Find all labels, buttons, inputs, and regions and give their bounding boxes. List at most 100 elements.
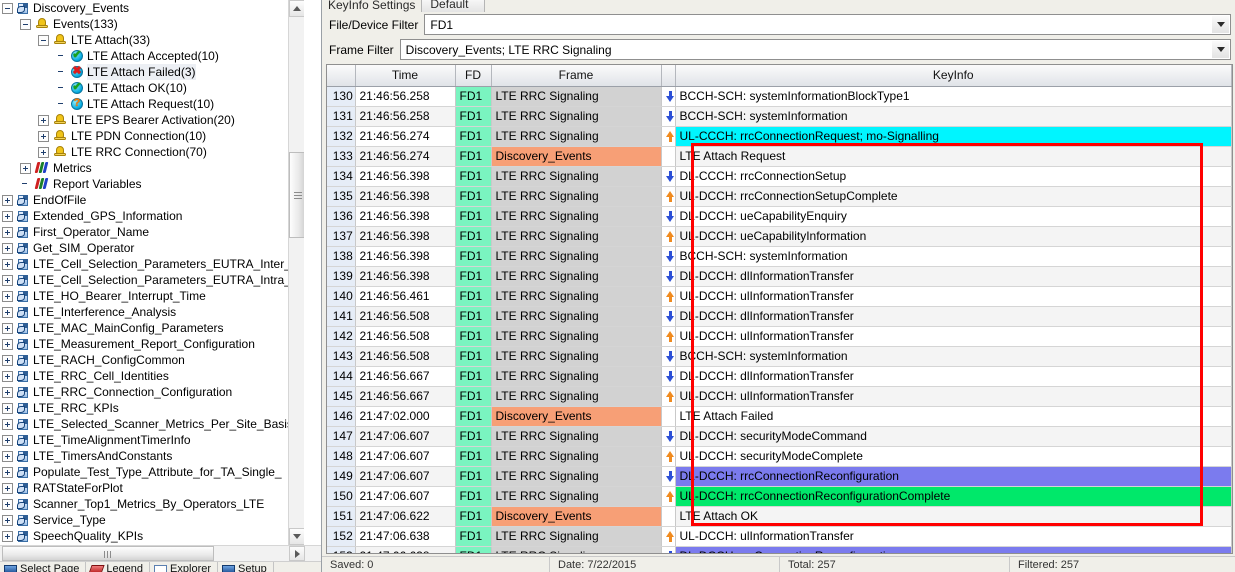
row-number[interactable]: 145	[327, 386, 356, 407]
tree-item-lte-mac-mainconfig-parameters[interactable]: LTE_MAC_MainConfig_Parameters	[0, 320, 288, 336]
tree-item-lte-rrc-connection[interactable]: LTE RRC Connection(70)	[0, 144, 288, 160]
table-row[interactable]: 149 21:47:06.607 FD1 LTE RRC Signaling DL-DC…	[327, 466, 1232, 487]
scroll-right-button[interactable]	[289, 546, 305, 561]
tree-item-endoffile[interactable]: EndOfFile	[0, 192, 288, 208]
row-number[interactable]: 146	[327, 406, 356, 427]
message-grid[interactable]: Time FD Frame KeyInfo 130 21:46:56.258 FD1…	[326, 64, 1233, 554]
expand-icon[interactable]	[2, 450, 13, 462]
scroll-up-button[interactable]	[289, 0, 305, 17]
expand-icon[interactable]	[2, 194, 13, 206]
column-header-select-all[interactable]	[327, 65, 356, 87]
collapse-icon[interactable]	[2, 2, 13, 14]
expand-icon[interactable]	[2, 242, 13, 254]
tree-item-first-operator-name[interactable]: First_Operator_Name	[0, 224, 288, 240]
row-number[interactable]: 136	[327, 206, 356, 227]
tree-item-populate-test-type-attribute[interactable]: Populate_Test_Type_Attribute_for_TA_Sing…	[0, 464, 288, 480]
expand-icon[interactable]	[20, 162, 31, 174]
file-device-filter-dropdown-button[interactable]	[1212, 16, 1229, 33]
scroll-down-button[interactable]	[289, 528, 305, 545]
row-number[interactable]: 147	[327, 426, 356, 447]
tree-item-metrics[interactable]: Metrics	[0, 160, 288, 176]
table-row[interactable]: 145 21:46:56.667 FD1 LTE RRC Signaling UL-DC…	[327, 386, 1232, 407]
row-number[interactable]: 142	[327, 326, 356, 347]
expand-icon[interactable]	[2, 322, 13, 334]
tree-scroll-area[interactable]: Discovery_Events Events(133) LTE Attach(33…	[0, 0, 288, 545]
tree-item-lte-attach-ok[interactable]: ✔ LTE Attach OK(10)	[0, 80, 288, 96]
row-number[interactable]: 130	[327, 86, 356, 107]
expand-icon[interactable]	[2, 434, 13, 446]
tree-item-service-type[interactable]: Service_Type	[0, 512, 288, 528]
row-number[interactable]: 133	[327, 146, 356, 167]
table-row[interactable]: 150 21:47:06.607 FD1 LTE RRC Signaling UL-DC…	[327, 486, 1232, 507]
table-row[interactable]: 143 21:46:56.508 FD1 LTE RRC Signaling BCCH-…	[327, 346, 1232, 367]
tree-list[interactable]: Discovery_Events Events(133) LTE Attach(33…	[0, 0, 288, 544]
table-row[interactable]: 130 21:46:56.258 FD1 LTE RRC Signaling BCCH-…	[327, 86, 1232, 107]
tab-default[interactable]: Default	[421, 0, 486, 12]
row-number[interactable]: 153	[327, 546, 356, 553]
expand-icon[interactable]	[2, 386, 13, 398]
tree-item-lte-rrc-kpis[interactable]: LTE_RRC_KPIs	[0, 400, 288, 416]
table-row[interactable]: 152 21:47:06.638 FD1 LTE RRC Signaling UL-DC…	[327, 526, 1232, 547]
table-row[interactable]: 144 21:46:56.667 FD1 LTE RRC Signaling DL-DC…	[327, 366, 1232, 387]
tree-item-scanner-top1-metrics[interactable]: Scanner_Top1_Metrics_By_Operators_LTE	[0, 496, 288, 512]
expand-icon[interactable]	[2, 258, 13, 270]
row-number[interactable]: 131	[327, 106, 356, 127]
tree-item-lte-ho-bearer-interrupt-time[interactable]: LTE_HO_Bearer_Interrupt_Time	[0, 288, 288, 304]
tree-item-ratstateforplot[interactable]: RATStateForPlot	[0, 480, 288, 496]
row-number[interactable]: 139	[327, 266, 356, 287]
explorer-tab-select-page[interactable]: Select Page	[0, 562, 87, 572]
column-header-direction[interactable]	[661, 65, 676, 87]
expand-icon[interactable]	[2, 210, 13, 222]
column-header-fd[interactable]: FD	[455, 65, 492, 87]
expand-icon[interactable]	[2, 418, 13, 430]
column-header-keyinfo[interactable]: KeyInfo	[675, 65, 1232, 87]
expand-icon[interactable]	[38, 130, 49, 142]
tree-item-lte-eps-bearer-activation[interactable]: LTE EPS Bearer Activation(20)	[0, 112, 288, 128]
row-number[interactable]: 150	[327, 486, 356, 507]
table-row[interactable]: 138 21:46:56.398 FD1 LTE RRC Signaling BCCH-…	[327, 246, 1232, 267]
file-device-filter-combobox[interactable]: FD1	[424, 14, 1231, 35]
tree-item-lte-rrc-cell-identities[interactable]: LTE_RRC_Cell_Identities	[0, 368, 288, 384]
tree-item-lte-rach-configcommon[interactable]: LTE_RACH_ConfigCommon	[0, 352, 288, 368]
tree-item-lte-cell-selection-intra[interactable]: LTE_Cell_Selection_Parameters_EUTRA_Intr…	[0, 272, 288, 288]
expand-icon[interactable]	[38, 146, 49, 158]
row-number[interactable]: 151	[327, 506, 356, 527]
table-row[interactable]: 15321:47:06.638FD1LTE RRC Signaling DL-DC…	[327, 546, 1232, 553]
column-header-frame[interactable]: Frame	[491, 65, 662, 87]
tree-hscroll-thumb[interactable]	[2, 546, 214, 561]
table-row[interactable]: 137 21:46:56.398 FD1 LTE RRC Signaling UL-DC…	[327, 226, 1232, 247]
tree-item-lte-rrc-connection-configuration[interactable]: LTE_RRC_Connection_Configuration	[0, 384, 288, 400]
expand-icon[interactable]	[2, 514, 13, 526]
tree-item-lte-timealignmenttimerinfo[interactable]: LTE_TimeAlignmentTimerInfo	[0, 432, 288, 448]
tree-item-lte-attach-accepted[interactable]: ✔ LTE Attach Accepted(10)	[0, 48, 288, 64]
explorer-tab-explorer[interactable]: Explorer	[150, 562, 219, 572]
table-row[interactable]: 135 21:46:56.398 FD1 LTE RRC Signaling UL-DC…	[327, 186, 1232, 207]
tree-item-lte-interference-analysis[interactable]: LTE_Interference_Analysis	[0, 304, 288, 320]
collapse-icon[interactable]	[38, 34, 49, 46]
frame-filter-dropdown-button[interactable]	[1212, 41, 1229, 58]
tree-item-lte-selected-scanner-metrics[interactable]: LTE_Selected_Scanner_Metrics_Per_Site_Ba…	[0, 416, 288, 432]
row-number[interactable]: 144	[327, 366, 356, 387]
explorer-tab-setup[interactable]: Setup	[218, 562, 274, 572]
row-number[interactable]: 135	[327, 186, 356, 207]
explorer-bottom-tabs[interactable]: Select Page Legend Explorer Setup	[0, 561, 321, 572]
row-number[interactable]: 138	[327, 246, 356, 267]
expand-icon[interactable]	[2, 226, 13, 238]
tree-item-lte-pdn-connection[interactable]: LTE PDN Connection(10)	[0, 128, 288, 144]
expand-icon[interactable]	[2, 338, 13, 350]
row-number[interactable]: 132	[327, 126, 356, 147]
row-number[interactable]: 148	[327, 446, 356, 467]
expand-icon[interactable]	[2, 482, 13, 494]
table-row[interactable]: 140 21:46:56.461 FD1 LTE RRC Signaling UL-DC…	[327, 286, 1232, 307]
frame-filter-combobox[interactable]: Discovery_Events; LTE RRC Signaling	[399, 39, 1231, 60]
tree-item-extended-gps-information[interactable]: Extended_GPS_Information	[0, 208, 288, 224]
expand-icon[interactable]	[2, 530, 13, 542]
tree-item-report-variables[interactable]: Report Variables	[0, 176, 288, 192]
table-row[interactable]: 136 21:46:56.398 FD1 LTE RRC Signaling DL-DC…	[327, 206, 1232, 227]
table-row[interactable]: 146 21:47:02.000 FD1 Discovery_Events LTE At…	[327, 406, 1232, 427]
expand-icon[interactable]	[2, 466, 13, 478]
tree-item-get-sim-operator[interactable]: Get_SIM_Operator	[0, 240, 288, 256]
table-row[interactable]: 131 21:46:56.258 FD1 LTE RRC Signaling BCCH-…	[327, 106, 1232, 127]
keyinfo-settings-tabstrip[interactable]: KeyInfo Settings Default	[322, 0, 1235, 12]
explorer-tab-legend[interactable]: Legend	[86, 562, 151, 572]
